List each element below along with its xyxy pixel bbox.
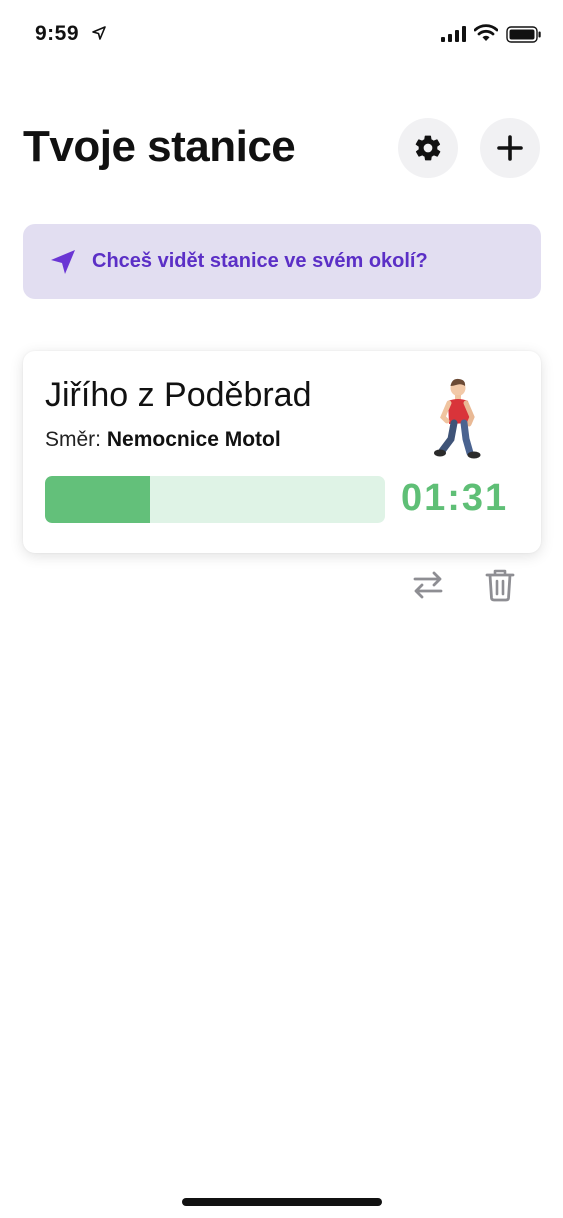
status-time: 9:59 [35, 22, 80, 45]
delete-station-button[interactable] [485, 568, 515, 607]
departure-progress-bar [45, 476, 385, 523]
navigation-arrow-icon [51, 249, 75, 274]
gear-icon [415, 135, 441, 161]
direction-row: Směr: Nemocnice Motol [45, 428, 281, 452]
station-card[interactable]: Jiřího z Poděbrad Směr: Nemocnice Motol … [23, 351, 541, 553]
page-title: Tvoje stanice [23, 122, 296, 171]
plus-icon [497, 135, 523, 161]
battery-icon [506, 26, 541, 43]
location-arrow-icon [92, 26, 106, 40]
settings-button[interactable] [398, 118, 458, 178]
home-indicator[interactable] [182, 1198, 382, 1206]
direction-value: Nemocnice Motol [106, 428, 281, 451]
departure-progress-fill [45, 476, 151, 523]
departure-countdown: 01:31 [401, 477, 509, 519]
status-bar: 9:59 [0, 0, 563, 70]
add-station-button[interactable] [480, 118, 540, 178]
swap-arrows-icon [413, 571, 443, 599]
nearby-stations-text: Chceš vidět stanice ve svém okolí? [92, 250, 428, 272]
station-name: Jiřího z Poděbrad [45, 376, 312, 414]
person-walking-icon [434, 378, 481, 459]
nearby-stations-banner[interactable]: Chceš vidět stanice ve svém okolí? [23, 224, 541, 299]
wifi-icon [474, 24, 498, 41]
swap-direction-button[interactable] [412, 570, 444, 605]
direction-label: Směr: [45, 428, 102, 451]
cellular-signal-icon [441, 26, 466, 42]
trash-icon [485, 569, 515, 602]
